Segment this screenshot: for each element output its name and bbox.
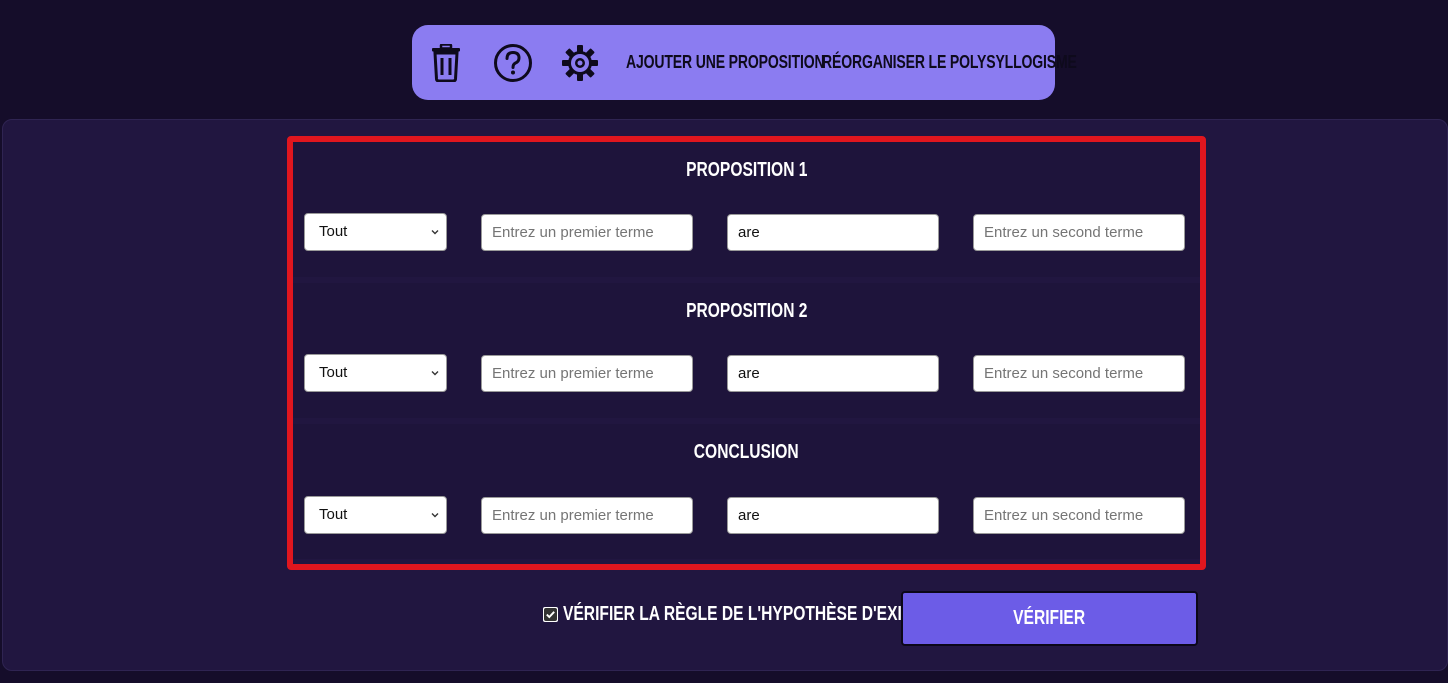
- help-circle-icon[interactable]: [493, 25, 533, 100]
- checkbox-checked-icon[interactable]: [543, 606, 558, 622]
- gear-icon[interactable]: [560, 25, 600, 100]
- add-proposition-button[interactable]: Ajouter une proposition: [626, 25, 825, 100]
- verify-button[interactable]: Vérifier: [901, 591, 1198, 646]
- highlight-frame: [287, 136, 1206, 570]
- toolbar: Ajouter une proposition Réorganiser le p…: [412, 25, 1077, 100]
- app-page: Ajouter une proposition Réorganiser le p…: [0, 0, 1448, 683]
- verify-button-label: Vérifier: [1013, 607, 1086, 629]
- reorganize-polysyllogism-button[interactable]: Réorganiser le polysyllogisme: [822, 25, 1077, 100]
- trash-icon[interactable]: [428, 25, 464, 100]
